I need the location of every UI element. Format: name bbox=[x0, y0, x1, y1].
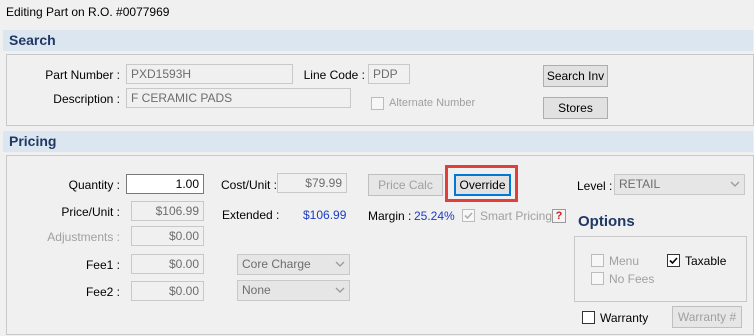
quantity-label: Quantity : bbox=[68, 178, 120, 192]
check-icon bbox=[464, 212, 473, 220]
stores-button[interactable]: Stores bbox=[543, 97, 608, 119]
extended-value: $106.99 bbox=[303, 208, 347, 222]
check-icon bbox=[669, 257, 678, 265]
margin-label: Margin : bbox=[368, 209, 412, 223]
smart-pricing-checkbox[interactable] bbox=[462, 209, 475, 222]
price-unit-field[interactable]: $106.99 bbox=[131, 201, 204, 221]
no-fees-label: No Fees bbox=[609, 272, 655, 286]
fee1-label: Fee1 : bbox=[85, 258, 120, 272]
extended-label: Extended : bbox=[222, 208, 280, 222]
part-number-label: Part Number : bbox=[45, 68, 120, 82]
pricing-section-header: Pricing bbox=[3, 131, 753, 152]
level-label: Level : bbox=[577, 179, 613, 193]
cost-unit-label: Cost/Unit : bbox=[221, 178, 278, 192]
quantity-field[interactable]: 1.00 bbox=[126, 174, 204, 194]
description-field[interactable]: F CERAMIC PADS bbox=[126, 88, 351, 108]
window-title: Editing Part on R.O. #0077969 bbox=[6, 5, 170, 19]
no-fees-checkbox[interactable] bbox=[591, 272, 604, 285]
fee2-field[interactable]: $0.00 bbox=[131, 281, 204, 301]
search-inv-button[interactable]: Search Inv bbox=[543, 65, 608, 87]
core-charge-select[interactable]: Core Charge bbox=[237, 254, 350, 275]
chevron-down-icon bbox=[335, 287, 345, 293]
search-section-header: Search bbox=[3, 30, 753, 51]
menu-checkbox[interactable] bbox=[591, 254, 604, 267]
warranty-label: Warranty bbox=[600, 311, 649, 325]
adjustments-field[interactable]: $0.00 bbox=[131, 226, 204, 246]
alternate-number-label: Alternate Number bbox=[389, 97, 476, 109]
price-calc-button[interactable]: Price Calc bbox=[368, 174, 443, 196]
taxable-label: Taxable bbox=[685, 254, 727, 268]
cost-unit-field[interactable]: $79.99 bbox=[277, 173, 347, 193]
margin-value: 25.24% bbox=[414, 209, 455, 223]
options-title: Options bbox=[578, 213, 635, 230]
part-number-field[interactable]: PXD1593H bbox=[126, 64, 293, 84]
menu-label: Menu bbox=[609, 254, 640, 268]
chevron-down-icon bbox=[730, 181, 740, 187]
chevron-down-icon bbox=[335, 261, 345, 267]
taxable-checkbox[interactable] bbox=[667, 254, 680, 267]
override-button[interactable]: Override bbox=[454, 174, 511, 196]
level-select[interactable]: RETAIL bbox=[614, 174, 745, 195]
fee1-field[interactable]: $0.00 bbox=[131, 254, 204, 274]
alternate-number-checkbox[interactable] bbox=[371, 97, 384, 110]
description-label: Description : bbox=[53, 92, 120, 106]
options-group bbox=[574, 236, 747, 302]
smart-pricing-label: Smart Pricing bbox=[480, 209, 553, 223]
line-code-label: Line Code : bbox=[303, 68, 365, 82]
warranty-checkbox[interactable] bbox=[582, 311, 595, 324]
fee2-type-select[interactable]: None bbox=[237, 280, 350, 301]
fee2-type-value: None bbox=[242, 283, 271, 297]
price-unit-label: Price/Unit : bbox=[61, 205, 120, 219]
fee2-label: Fee2 : bbox=[85, 285, 120, 299]
core-charge-value: Core Charge bbox=[242, 257, 311, 271]
help-icon[interactable]: ? bbox=[552, 209, 566, 223]
warranty-number-button[interactable]: Warranty # bbox=[672, 306, 742, 328]
level-value: RETAIL bbox=[619, 177, 661, 191]
adjustments-label: Adjustments : bbox=[47, 230, 120, 244]
line-code-field[interactable]: PDP bbox=[368, 64, 410, 84]
